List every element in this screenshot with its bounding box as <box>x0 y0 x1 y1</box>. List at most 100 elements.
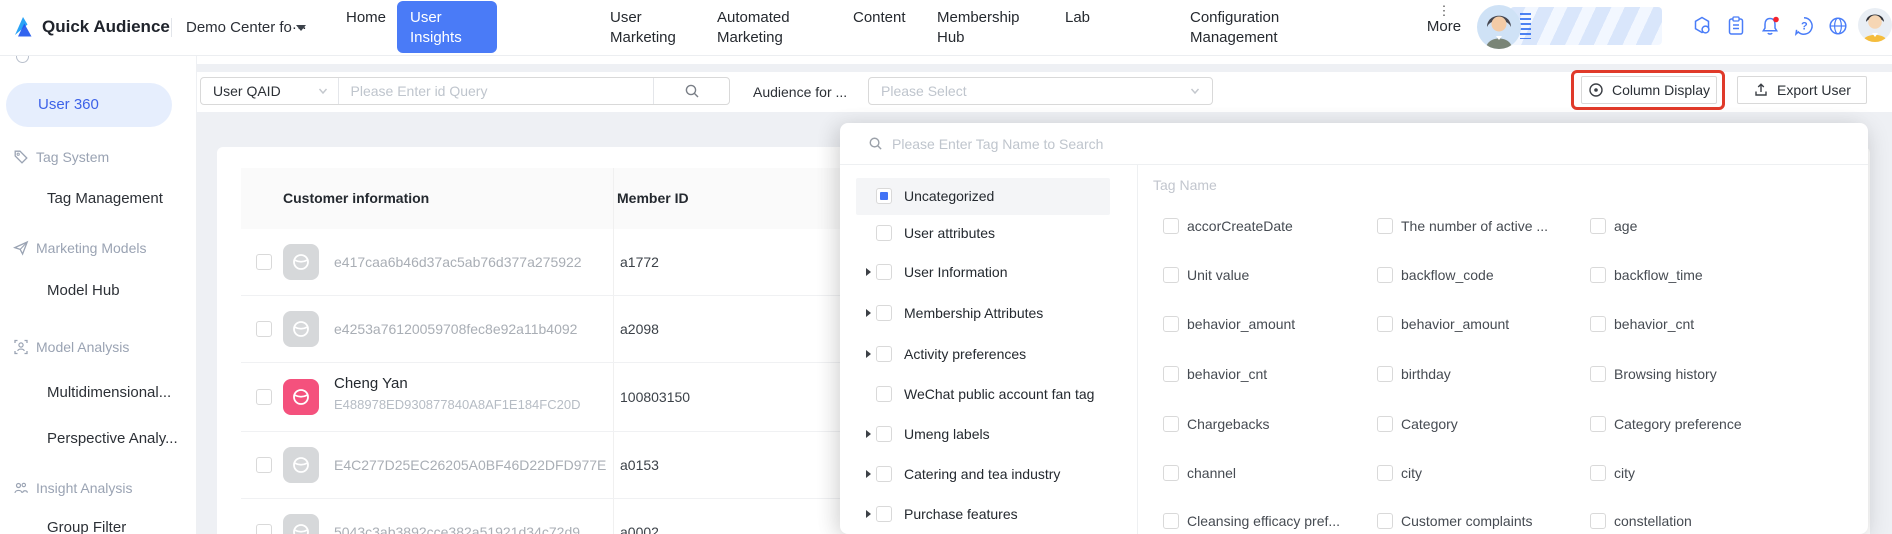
sidebar-section-marketing-models[interactable]: Marketing Models <box>13 240 147 256</box>
id-query-input-wrap <box>339 78 654 104</box>
expand-caret-icon[interactable] <box>866 470 871 478</box>
nav-item-more[interactable]: ⋮ More <box>1421 4 1467 35</box>
brand-name: Quick Audience <box>42 17 170 37</box>
tree-checkbox-indeterminate[interactable] <box>876 188 892 204</box>
tag-option[interactable]: Category <box>1377 415 1458 433</box>
row-checkbox[interactable] <box>256 321 272 337</box>
id-query-input[interactable] <box>351 83 642 99</box>
sidebar-section-model-analysis[interactable]: Model Analysis <box>13 339 129 355</box>
tag-option[interactable]: Customer complaints <box>1377 512 1533 530</box>
tag-option[interactable]: backflow_time <box>1590 266 1703 284</box>
row-checkbox[interactable] <box>256 524 272 534</box>
tag-option[interactable]: accorCreateDate <box>1163 217 1293 235</box>
tag-option[interactable]: behavior_cnt <box>1163 365 1267 383</box>
tree-checkbox[interactable] <box>876 346 892 362</box>
sidebar-item-user-360[interactable]: User 360 <box>6 83 172 127</box>
member-id-value: a0153 <box>620 457 659 473</box>
sidebar-item-model-hub[interactable]: Model Hub <box>47 282 120 299</box>
row-checkbox[interactable] <box>256 389 272 405</box>
expand-caret-icon[interactable] <box>866 430 871 438</box>
member-id-value: a2098 <box>620 321 659 337</box>
tag-option[interactable]: Chargebacks <box>1163 415 1270 433</box>
tree-item-user-information[interactable]: User Information <box>840 253 1137 291</box>
tree-item-uncategorized[interactable]: Uncategorized <box>840 177 1137 215</box>
tree-checkbox[interactable] <box>876 225 892 241</box>
nav-item-lab[interactable]: Lab <box>1065 8 1090 28</box>
tag-option[interactable]: channel <box>1163 464 1236 482</box>
tree-checkbox[interactable] <box>876 386 892 402</box>
tree-checkbox[interactable] <box>876 466 892 482</box>
sidebar-section-insight-analysis[interactable]: Insight Analysis <box>13 480 133 496</box>
column-header-customer-information: Customer information <box>283 190 429 206</box>
tag-option[interactable]: birthday <box>1377 365 1451 383</box>
sidebar-item-multidimensional[interactable]: Multidimensional... <box>47 384 171 401</box>
assistant-avatar[interactable] <box>1477 5 1521 49</box>
row-checkbox[interactable] <box>256 457 272 473</box>
paper-plane-icon <box>13 240 29 256</box>
help-icon[interactable]: ? <box>1793 15 1815 37</box>
tag-search-input[interactable] <box>892 136 1452 152</box>
promo-banner[interactable] <box>1510 7 1662 45</box>
tree-item-catering-and-tea[interactable]: Catering and tea industry <box>840 455 1137 493</box>
chevron-down-icon <box>1190 86 1200 96</box>
nav-item-user-marketing[interactable]: User Marketing <box>610 8 688 48</box>
tag-option[interactable]: behavior_amount <box>1163 315 1295 333</box>
tag-option[interactable]: Unit value <box>1163 266 1249 284</box>
user-avatar[interactable] <box>1858 8 1892 42</box>
sidebar-item-group-filter[interactable]: Group Filter <box>47 519 126 534</box>
nav-item-user-insights-active[interactable]: User Insights <box>397 1 497 53</box>
tag-option[interactable]: Category preference <box>1590 415 1742 433</box>
people-icon <box>13 480 29 496</box>
tag-option[interactable]: behavior_cnt <box>1590 315 1694 333</box>
tag-option[interactable]: constellation <box>1590 512 1692 530</box>
expand-caret-icon[interactable] <box>866 309 871 317</box>
nav-item-membership-hub[interactable]: Membership Hub <box>937 8 1037 48</box>
tree-item-membership-attributes[interactable]: Membership Attributes <box>840 294 1137 332</box>
sidebar-section-tag-system[interactable]: Tag System <box>13 149 109 165</box>
search-button[interactable] <box>653 78 729 104</box>
export-user-label: Export User <box>1777 82 1851 98</box>
row-checkbox[interactable] <box>256 254 272 270</box>
tag-option[interactable]: The number of active ... <box>1377 217 1548 235</box>
tag-option[interactable]: city <box>1377 464 1422 482</box>
tree-item-purchase-features[interactable]: Purchase features <box>840 495 1137 533</box>
sidebar-item-tag-management[interactable]: Tag Management <box>47 190 163 207</box>
notification-dot <box>1773 17 1779 23</box>
tag-option[interactable]: Cleansing efficacy pref... <box>1163 512 1340 530</box>
expand-caret-icon[interactable] <box>866 350 871 358</box>
tag-option[interactable]: age <box>1590 217 1637 235</box>
export-icon <box>1753 82 1769 98</box>
tree-checkbox[interactable] <box>876 305 892 321</box>
more-label: More <box>1427 18 1461 35</box>
tag-option[interactable]: behavior_amount <box>1377 315 1509 333</box>
nav-item-automated-marketing[interactable]: Automated Marketing <box>717 8 807 48</box>
tree-checkbox[interactable] <box>876 264 892 280</box>
tree-item-user-attributes[interactable]: User attributes <box>840 214 1137 252</box>
caret-down-icon <box>296 25 306 31</box>
workspace-selector[interactable]: Demo Center fo··· <box>186 19 307 36</box>
tag-option[interactable]: city <box>1590 464 1635 482</box>
customer-id-text: E4C277D25EC26205A0BF46D22DFD977E <box>334 457 606 473</box>
expand-caret-icon[interactable] <box>866 268 871 276</box>
clipboard-icon[interactable] <box>1725 15 1747 37</box>
search-icon <box>868 136 883 151</box>
tag-option[interactable]: backflow_code <box>1377 266 1494 284</box>
member-id-value: 100803150 <box>620 389 690 405</box>
nav-item-configuration-management[interactable]: Configuration Management <box>1190 8 1300 48</box>
globe-icon[interactable] <box>1827 15 1849 37</box>
sidebar-item-perspective-analysis[interactable]: Perspective Analy... <box>47 430 178 447</box>
tree-item-activity-preferences[interactable]: Activity preferences <box>840 335 1137 373</box>
audience-select[interactable]: Please Select <box>868 77 1213 105</box>
tree-item-wechat-fan-tag[interactable]: WeChat public account fan tag <box>840 375 1137 413</box>
bell-icon[interactable] <box>1759 15 1781 37</box>
id-type-select[interactable]: User QAID <box>201 78 339 104</box>
nav-item-home[interactable]: Home <box>346 8 386 28</box>
tree-checkbox[interactable] <box>876 426 892 442</box>
export-user-button[interactable]: Export User <box>1737 76 1867 104</box>
tree-checkbox[interactable] <box>876 506 892 522</box>
expand-caret-icon[interactable] <box>866 510 871 518</box>
tag-option[interactable]: Browsing history <box>1590 365 1717 383</box>
nav-item-content[interactable]: Content <box>853 8 906 28</box>
settings-icon[interactable] <box>1691 15 1713 37</box>
tree-item-umeng-labels[interactable]: Umeng labels <box>840 415 1137 453</box>
